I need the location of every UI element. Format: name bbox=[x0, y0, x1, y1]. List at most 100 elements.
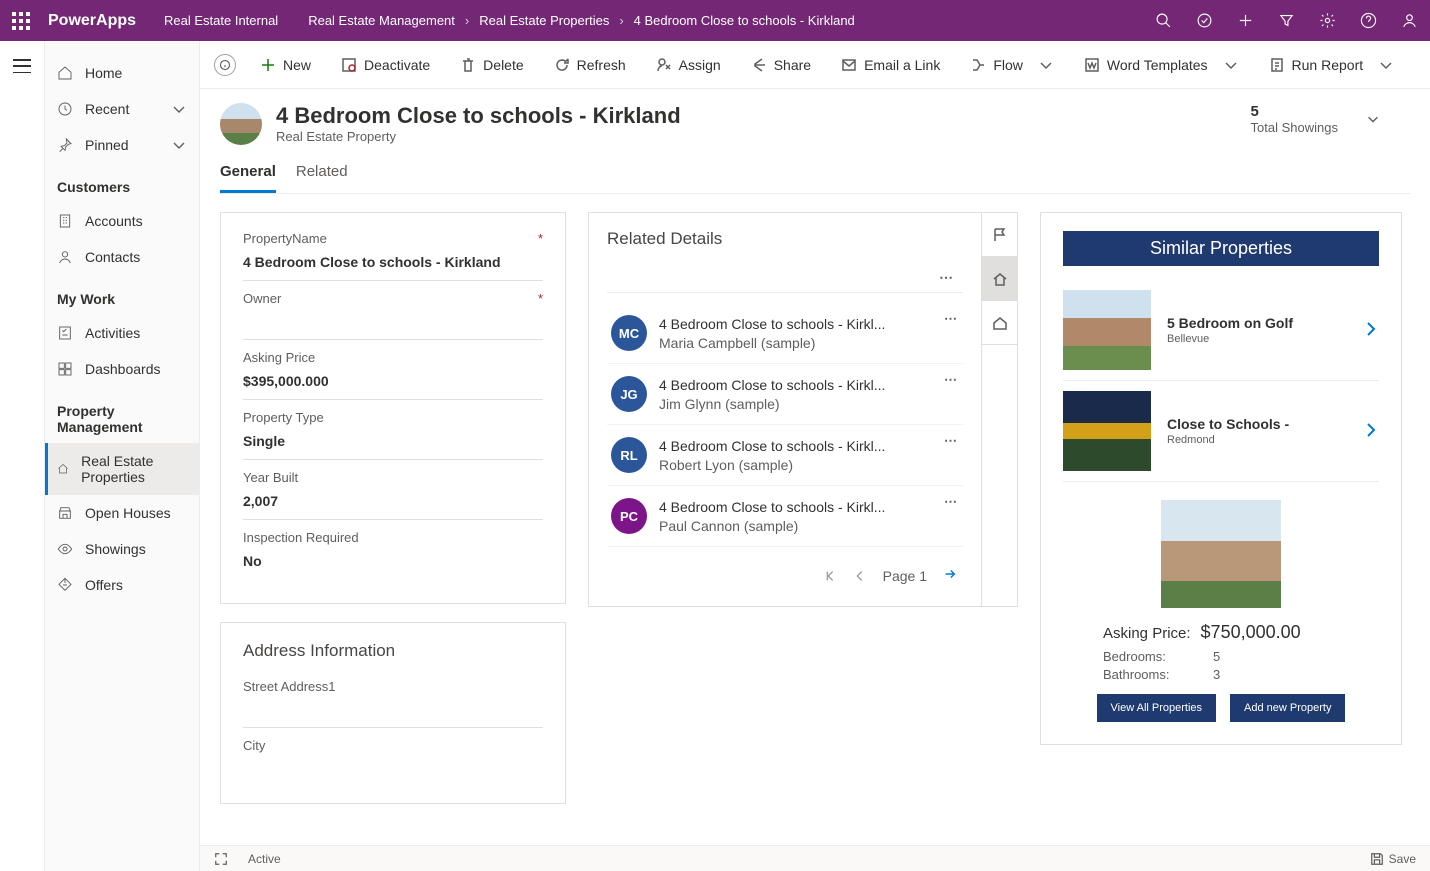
header-stats: 5 Total Showings bbox=[1251, 103, 1410, 135]
status-bar: Active Save bbox=[200, 845, 1430, 871]
nav-offers[interactable]: Offers bbox=[45, 567, 199, 603]
field-street-value[interactable] bbox=[243, 694, 543, 728]
waffle-icon[interactable] bbox=[12, 12, 30, 30]
add-new-property-button[interactable]: Add new Property bbox=[1230, 694, 1345, 722]
nav-contacts[interactable]: Contacts bbox=[45, 239, 199, 275]
word-icon bbox=[1084, 57, 1100, 73]
page-label: Page 1 bbox=[883, 568, 927, 584]
related-more-icon[interactable]: ⋯ bbox=[939, 269, 955, 286]
field-propertyname-value[interactable]: 4 Bedroom Close to schools - Kirkland bbox=[243, 246, 543, 281]
nav-recent[interactable]: Recent bbox=[45, 91, 199, 127]
nav-accounts[interactable]: Accounts bbox=[45, 203, 199, 239]
similar-header: Similar Properties bbox=[1063, 231, 1379, 266]
assign-button[interactable]: Assign bbox=[644, 51, 733, 79]
email-link-button[interactable]: Email a Link bbox=[829, 51, 952, 79]
breadcrumb-item-2[interactable]: 4 Bedroom Close to schools - Kirkland bbox=[634, 13, 855, 28]
breadcrumb-item-0[interactable]: Real Estate Management bbox=[308, 13, 455, 28]
sitemap-sidebar: Home Recent Pinned Customers Accounts Co… bbox=[45, 41, 200, 871]
main-region: New Deactivate Delete Refresh Assign Sha… bbox=[200, 41, 1430, 871]
save-button[interactable]: Save bbox=[1370, 852, 1416, 866]
gear-icon[interactable] bbox=[1319, 12, 1336, 29]
field-askingprice-value[interactable]: $395,000.000 bbox=[243, 365, 543, 400]
view-all-button[interactable]: View All Properties bbox=[1097, 694, 1217, 722]
task-icon[interactable] bbox=[1196, 12, 1213, 29]
hamburger-icon[interactable] bbox=[13, 59, 31, 73]
similar-item-0[interactable]: 5 Bedroom on GolfBellevue bbox=[1063, 280, 1379, 381]
address-section-title: Address Information bbox=[243, 641, 543, 661]
avatar: MC bbox=[611, 315, 647, 351]
new-button[interactable]: New bbox=[248, 51, 323, 79]
related-row[interactable]: PC 4 Bedroom Close to schools - Kirkl...… bbox=[607, 486, 963, 547]
flow-button[interactable]: Flow bbox=[958, 51, 1066, 79]
nav-activities[interactable]: Activities bbox=[45, 315, 199, 351]
field-propertytype-value[interactable]: Single bbox=[243, 425, 543, 460]
home-icon bbox=[992, 315, 1008, 331]
mail-icon bbox=[841, 57, 857, 73]
share-button[interactable]: Share bbox=[739, 51, 823, 79]
chevron-down-icon[interactable] bbox=[1366, 112, 1380, 126]
nav-pinned[interactable]: Pinned bbox=[45, 127, 199, 163]
rail-property-button[interactable] bbox=[982, 257, 1017, 301]
breadcrumb-item-1[interactable]: Real Estate Properties bbox=[479, 13, 609, 28]
related-row[interactable]: MC 4 Bedroom Close to schools - Kirkl...… bbox=[607, 303, 963, 364]
filter-icon[interactable] bbox=[1278, 12, 1295, 29]
nav-openhouses[interactable]: Open Houses bbox=[45, 495, 199, 531]
plus-icon[interactable] bbox=[1237, 12, 1254, 29]
row-more-icon[interactable]: ⋯ bbox=[944, 494, 959, 510]
form-content: 4 Bedroom Close to schools - Kirkland Re… bbox=[200, 89, 1430, 871]
search-icon[interactable] bbox=[1155, 12, 1172, 29]
chevron-right-icon bbox=[1363, 321, 1379, 337]
related-row[interactable]: JG 4 Bedroom Close to schools - Kirkl...… bbox=[607, 364, 963, 425]
field-yearbuilt-value[interactable]: 2,007 bbox=[243, 485, 543, 520]
deactivate-button[interactable]: Deactivate bbox=[329, 51, 442, 79]
row-more-icon[interactable]: ⋯ bbox=[944, 433, 959, 449]
field-owner-label: Owner* bbox=[243, 291, 543, 306]
plus-icon bbox=[260, 57, 276, 73]
building-icon bbox=[57, 213, 73, 229]
flow-icon bbox=[970, 57, 986, 73]
app-switcher[interactable]: PowerApps bbox=[48, 12, 142, 30]
tab-general[interactable]: General bbox=[220, 155, 276, 193]
go-back-button[interactable] bbox=[214, 54, 236, 76]
field-inspection-value[interactable]: No bbox=[243, 545, 543, 579]
related-row-subtitle: Jim Glynn (sample) bbox=[659, 396, 959, 412]
user-icon[interactable] bbox=[1401, 12, 1418, 29]
refresh-button[interactable]: Refresh bbox=[542, 51, 638, 79]
rail-home-button[interactable] bbox=[982, 301, 1017, 345]
nav-showings[interactable]: Showings bbox=[45, 531, 199, 567]
eye-icon bbox=[57, 541, 73, 557]
nav-properties[interactable]: Real Estate Properties bbox=[45, 443, 199, 495]
address-card: Address Information Street Address1 City bbox=[220, 622, 566, 804]
rail-flag-button[interactable] bbox=[982, 213, 1017, 257]
pager: Page 1 bbox=[607, 547, 963, 594]
home-icon bbox=[57, 65, 73, 81]
record-image[interactable] bbox=[220, 103, 262, 145]
first-page-icon[interactable] bbox=[823, 569, 837, 583]
nav-home[interactable]: Home bbox=[45, 55, 199, 91]
similar-image bbox=[1063, 391, 1151, 471]
stat-value: 5 bbox=[1251, 103, 1338, 120]
next-page-button[interactable] bbox=[943, 567, 957, 584]
tab-related[interactable]: Related bbox=[296, 155, 348, 193]
similar-item-1[interactable]: Close to Schools -Redmond bbox=[1063, 381, 1379, 482]
row-more-icon[interactable]: ⋯ bbox=[944, 372, 959, 388]
expand-icon[interactable] bbox=[214, 852, 228, 866]
field-inspection-label: Inspection Required bbox=[243, 530, 543, 545]
delete-button[interactable]: Delete bbox=[448, 51, 535, 79]
related-row-subtitle: Robert Lyon (sample) bbox=[659, 457, 959, 473]
prev-page-icon[interactable] bbox=[853, 569, 867, 583]
breadcrumb-env[interactable]: Real Estate Internal bbox=[164, 13, 278, 28]
status-label: Active bbox=[248, 852, 281, 866]
field-yearbuilt-label: Year Built bbox=[243, 470, 543, 485]
collapse-rail bbox=[0, 41, 45, 871]
related-row[interactable]: RL 4 Bedroom Close to schools - Kirkl...… bbox=[607, 425, 963, 486]
related-row-subtitle: Paul Cannon (sample) bbox=[659, 518, 959, 534]
nav-dashboards[interactable]: Dashboards bbox=[45, 351, 199, 387]
field-owner-value[interactable] bbox=[243, 306, 543, 340]
word-templates-button[interactable]: Word Templates bbox=[1072, 51, 1251, 79]
row-more-icon[interactable]: ⋯ bbox=[944, 311, 959, 327]
run-report-button[interactable]: Run Report bbox=[1257, 51, 1407, 79]
top-app-bar: PowerApps Real Estate Internal Real Esta… bbox=[0, 0, 1430, 41]
help-icon[interactable] bbox=[1360, 12, 1377, 29]
related-details-card: Related Details ⋯ MC 4 Bedroom Close to … bbox=[588, 212, 982, 607]
